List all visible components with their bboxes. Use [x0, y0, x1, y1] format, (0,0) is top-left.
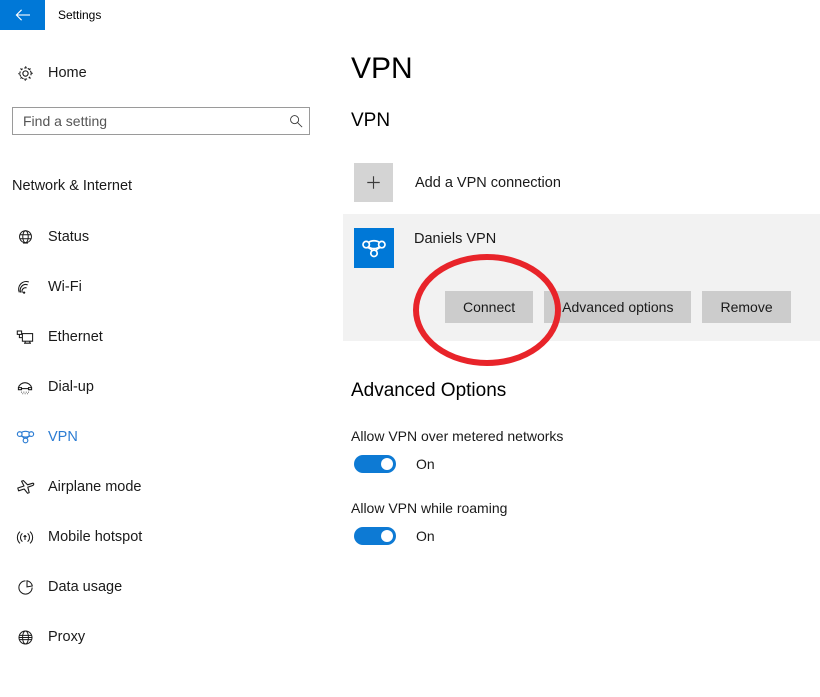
mobile-hotspot-icon — [8, 529, 42, 546]
airplane-icon — [8, 479, 42, 496]
sidebar-item-vpn-label: VPN — [48, 429, 78, 445]
main-content: VPN VPN Add a VPN connection Daniels VPN… — [340, 30, 820, 697]
globe-icon — [8, 629, 42, 646]
globe-icon — [8, 229, 42, 246]
sidebar-item-proxy-label: Proxy — [48, 629, 86, 645]
sidebar: Home Network & Internet — [0, 30, 340, 697]
vpn-connection-name: Daniels VPN — [414, 231, 497, 247]
allow-vpn-metered-toggle[interactable]: On — [354, 455, 435, 473]
vpn-section-title: VPN — [351, 110, 391, 131]
sidebar-item-dialup-label: Dial-up — [48, 379, 94, 395]
title-bar: Settings — [0, 0, 820, 30]
allow-vpn-metered-state: On — [416, 456, 435, 472]
sidebar-item-wifi-label: Wi-Fi — [48, 279, 82, 295]
sidebar-item-data-usage[interactable]: Data usage — [0, 562, 340, 612]
back-button[interactable] — [0, 0, 45, 30]
sidebar-item-mobile-hotspot-label: Mobile hotspot — [48, 529, 143, 545]
back-arrow-icon — [15, 9, 31, 21]
allow-vpn-roaming-toggle[interactable]: On — [354, 527, 435, 545]
gear-icon — [8, 65, 42, 82]
sidebar-item-dialup[interactable]: Dial-up — [0, 362, 340, 412]
sidebar-item-data-usage-label: Data usage — [48, 579, 123, 595]
sidebar-item-ethernet[interactable]: Ethernet — [0, 312, 340, 362]
sidebar-group-label: Network & Internet — [12, 178, 133, 194]
window-title: Settings — [58, 8, 102, 22]
pie-chart-icon — [8, 579, 42, 596]
advanced-options-button[interactable]: Advanced options — [544, 291, 692, 323]
ethernet-icon — [8, 329, 42, 346]
connect-button[interactable]: Connect — [445, 291, 534, 323]
allow-vpn-metered-label: Allow VPN over metered networks — [351, 428, 564, 444]
vpn-connection-header: Daniels VPN — [354, 228, 496, 268]
vpn-connection-card[interactable]: Daniels VPN Connect Advanced options Rem… — [343, 214, 820, 341]
add-vpn-connection-button[interactable]: Add a VPN connection — [354, 163, 561, 202]
vpn-connection-actions: Connect Advanced options Remove — [445, 291, 791, 323]
sidebar-item-airplane-mode[interactable]: Airplane mode — [0, 462, 340, 512]
sidebar-item-vpn[interactable]: VPN — [0, 412, 340, 462]
vpn-icon — [8, 429, 42, 445]
sidebar-item-status-label: Status — [48, 229, 90, 245]
sidebar-item-mobile-hotspot[interactable]: Mobile hotspot — [0, 512, 340, 562]
allow-vpn-roaming-state: On — [416, 528, 435, 544]
sidebar-item-airplane-mode-label: Airplane mode — [48, 479, 142, 495]
sidebar-item-ethernet-label: Ethernet — [48, 329, 103, 345]
wifi-icon — [8, 279, 42, 296]
plus-icon — [354, 163, 393, 202]
search-box[interactable] — [12, 107, 310, 135]
sidebar-item-home[interactable]: Home — [0, 58, 320, 88]
remove-button[interactable]: Remove — [702, 291, 791, 323]
search-icon[interactable] — [283, 114, 309, 128]
page-title: VPN — [351, 52, 413, 85]
allow-vpn-roaming-label: Allow VPN while roaming — [351, 500, 508, 516]
search-input[interactable] — [13, 108, 283, 134]
advanced-options-title: Advanced Options — [351, 380, 507, 401]
sidebar-item-home-label: Home — [48, 65, 87, 81]
toggle-switch-on-icon — [354, 527, 396, 545]
sidebar-item-proxy[interactable]: Proxy — [0, 612, 340, 662]
sidebar-item-wifi[interactable]: Wi-Fi — [0, 262, 340, 312]
sidebar-item-status[interactable]: Status — [0, 212, 340, 262]
vpn-tile-icon — [354, 228, 394, 268]
add-vpn-connection-label: Add a VPN connection — [415, 174, 561, 191]
dialup-phone-icon — [8, 379, 42, 396]
toggle-switch-on-icon — [354, 455, 396, 473]
sidebar-nav-list: Status Wi-Fi Ethernet Dial-up VPN Airpla… — [0, 212, 340, 662]
